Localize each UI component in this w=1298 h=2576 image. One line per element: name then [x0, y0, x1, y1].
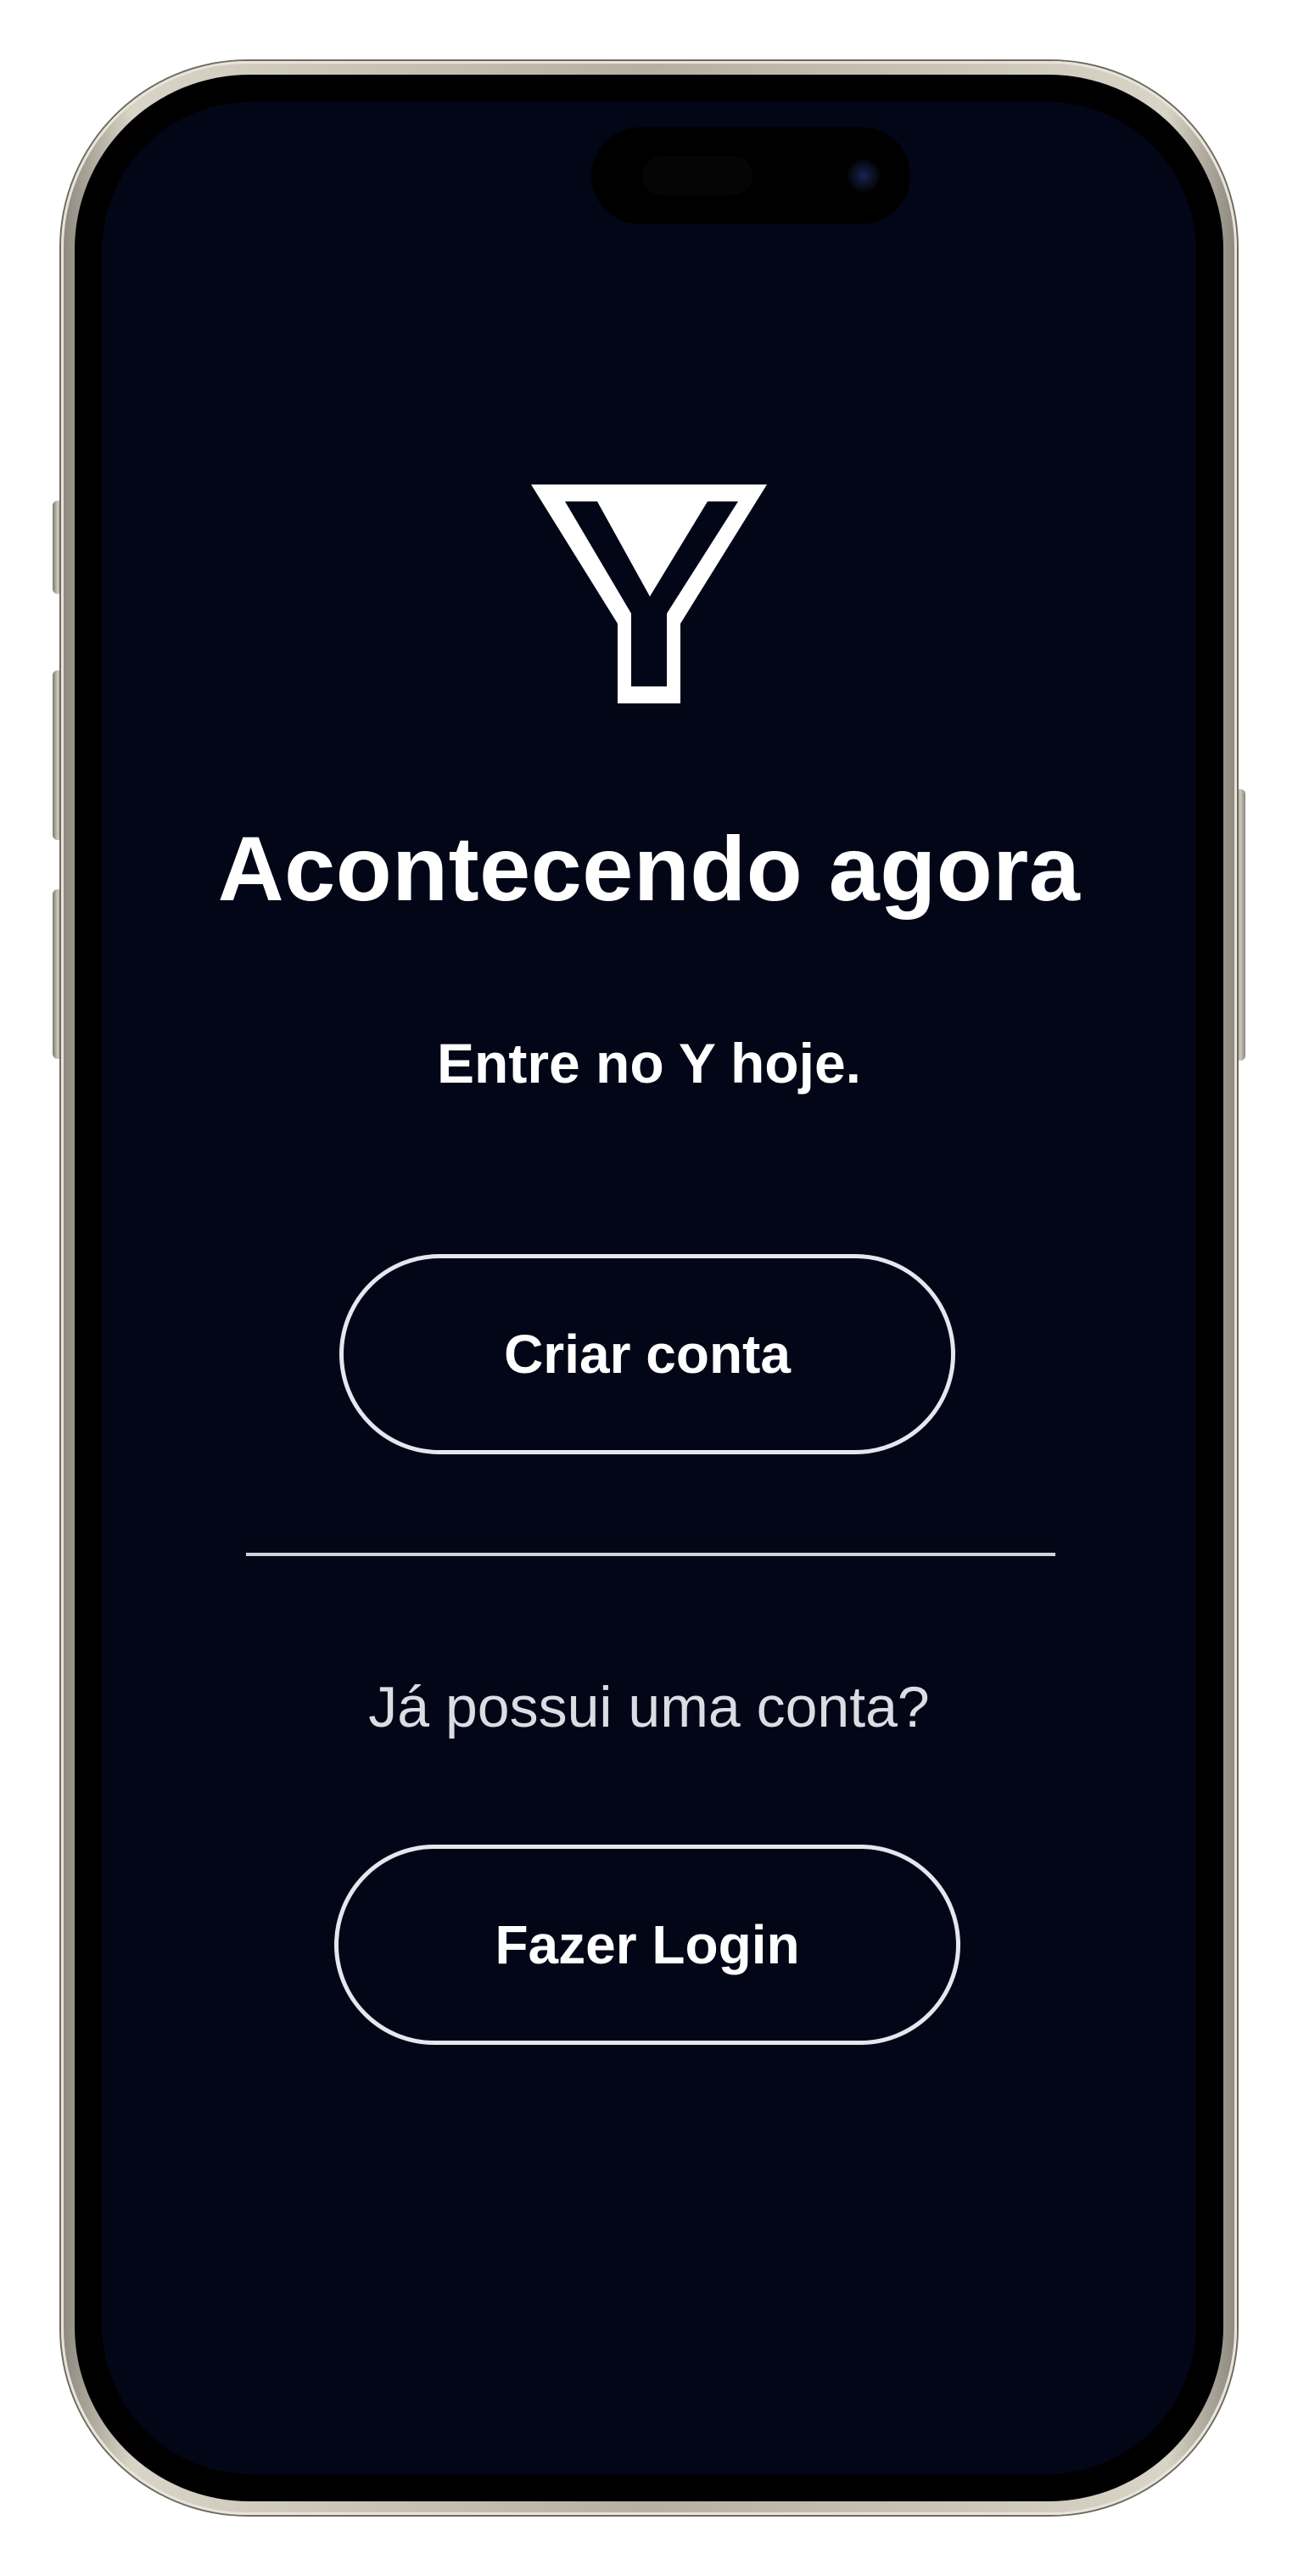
divider: [246, 1553, 1055, 1556]
phone-mockup: Acontecendo agora Entre no Y hoje. Criar…: [0, 0, 1298, 2576]
has-account-question: Já possui uma conta?: [368, 1675, 930, 1739]
page-title: Acontecendo agora: [217, 817, 1081, 920]
y-logo-icon: [531, 484, 767, 703]
login-button[interactable]: Fazer Login: [334, 1845, 960, 2045]
app-screen: Acontecendo agora Entre no Y hoje. Criar…: [102, 102, 1196, 2474]
create-account-button[interactable]: Criar conta: [339, 1254, 955, 1454]
page-subtitle: Entre no Y hoje.: [437, 1032, 861, 1095]
front-camera-icon: [848, 160, 880, 192]
dynamic-island: [591, 127, 910, 224]
face-id-sensor: [642, 156, 753, 195]
